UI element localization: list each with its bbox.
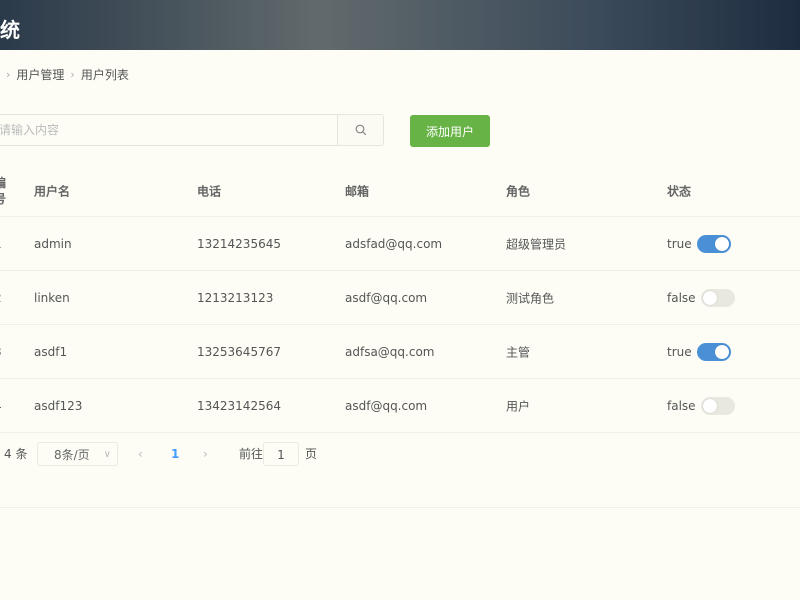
pagination: 4 条 8条/页 ∨ ‹ 1 › 前往 1 页	[0, 442, 800, 466]
table-row: 1 admin 13214235645 adsfad@qq.com 超级管理员 …	[0, 217, 800, 271]
column-header-role: 角色	[506, 184, 531, 198]
row-index: 4	[0, 398, 2, 414]
page-size-select[interactable]: 8条/页 ∨	[37, 442, 118, 466]
state-label: true	[667, 236, 692, 251]
breadcrumb: › 用户管理 › 用户列表	[0, 66, 129, 82]
row-email: adfsa@qq.com	[345, 344, 435, 359]
state-toggle[interactable]	[700, 396, 735, 415]
row-username: asdf1	[34, 344, 68, 359]
row-email: asdf@qq.com	[345, 398, 428, 413]
row-state: true	[667, 342, 731, 361]
row-role: 超级管理员	[506, 237, 567, 251]
column-header-email: 邮箱	[345, 184, 370, 198]
state-toggle[interactable]	[696, 234, 731, 253]
state-label: false	[667, 398, 696, 413]
add-user-button[interactable]: 添加用户	[410, 115, 490, 147]
row-phone: 1213213123	[197, 290, 274, 305]
page: 统 › 用户管理 › 用户列表 添加用户 编 号 用户名 电话 邮箱 角色 状态…	[0, 0, 800, 600]
state-toggle[interactable]	[696, 342, 731, 361]
app-header: 统	[0, 0, 800, 50]
toggle-knob	[714, 344, 729, 359]
row-role: 测试角色	[506, 291, 555, 305]
pagination-total: 4 条	[4, 447, 28, 461]
page-number-current[interactable]: 1	[171, 442, 179, 466]
state-label: true	[667, 344, 692, 359]
breadcrumb-item-user-management[interactable]: 用户管理	[16, 66, 64, 83]
state-toggle[interactable]	[700, 288, 735, 307]
row-index: 1	[0, 236, 2, 252]
goto-page-input[interactable]: 1	[263, 442, 299, 466]
column-header-phone: 电话	[197, 184, 222, 198]
row-state: true	[667, 234, 731, 253]
row-index: 3	[0, 344, 2, 360]
state-label: false	[667, 290, 696, 305]
search-input[interactable]	[0, 115, 337, 145]
next-page-button[interactable]: ›	[203, 442, 208, 466]
table-row: 2 linken 1213213123 asdf@qq.com 测试角色 fal…	[0, 271, 800, 325]
user-table: 编 号 用户名 电话 邮箱 角色 状态 1 admin 13214235645 …	[0, 165, 800, 433]
row-state: false	[667, 396, 735, 415]
column-header-username: 用户名	[34, 184, 71, 198]
goto-unit-label: 页	[305, 447, 318, 461]
row-phone: 13214235645	[197, 236, 281, 251]
toggle-knob	[702, 398, 717, 413]
search-icon	[355, 124, 366, 136]
chevron-right-icon: ›	[6, 67, 11, 81]
row-phone: 13423142564	[197, 398, 281, 413]
column-header-state: 状态	[667, 184, 692, 198]
app-title: 统	[0, 18, 21, 42]
toggle-knob	[702, 290, 717, 305]
row-role: 主管	[506, 345, 531, 359]
row-role: 用户	[506, 399, 531, 413]
row-email: adsfad@qq.com	[345, 236, 443, 251]
row-username: admin	[34, 236, 72, 251]
row-email: asdf@qq.com	[345, 290, 428, 305]
table-header: 编 号 用户名 电话 邮箱 角色 状态	[0, 165, 800, 217]
table-row: 4 asdf123 13423142564 asdf@qq.com 用户 fal…	[0, 379, 800, 433]
search-button[interactable]	[337, 115, 383, 145]
page-size-value: 8条/页	[54, 448, 90, 462]
row-index: 2	[0, 290, 2, 306]
toggle-knob	[714, 236, 729, 251]
card-divider	[0, 507, 800, 508]
chevron-down-icon: ∨	[103, 449, 111, 460]
row-username: linken	[34, 290, 70, 305]
search-box	[0, 114, 384, 146]
table-row: 3 asdf1 13253645767 adfsa@qq.com 主管 true	[0, 325, 800, 379]
row-phone: 13253645767	[197, 344, 281, 359]
chevron-right-icon: ›	[70, 67, 75, 81]
row-username: asdf123	[34, 398, 83, 413]
goto-label: 前往	[239, 447, 264, 461]
row-state: false	[667, 288, 735, 307]
column-header-index: 编 号	[0, 175, 7, 206]
breadcrumb-item-user-list: 用户列表	[80, 67, 129, 82]
prev-page-button[interactable]: ‹	[138, 442, 143, 466]
